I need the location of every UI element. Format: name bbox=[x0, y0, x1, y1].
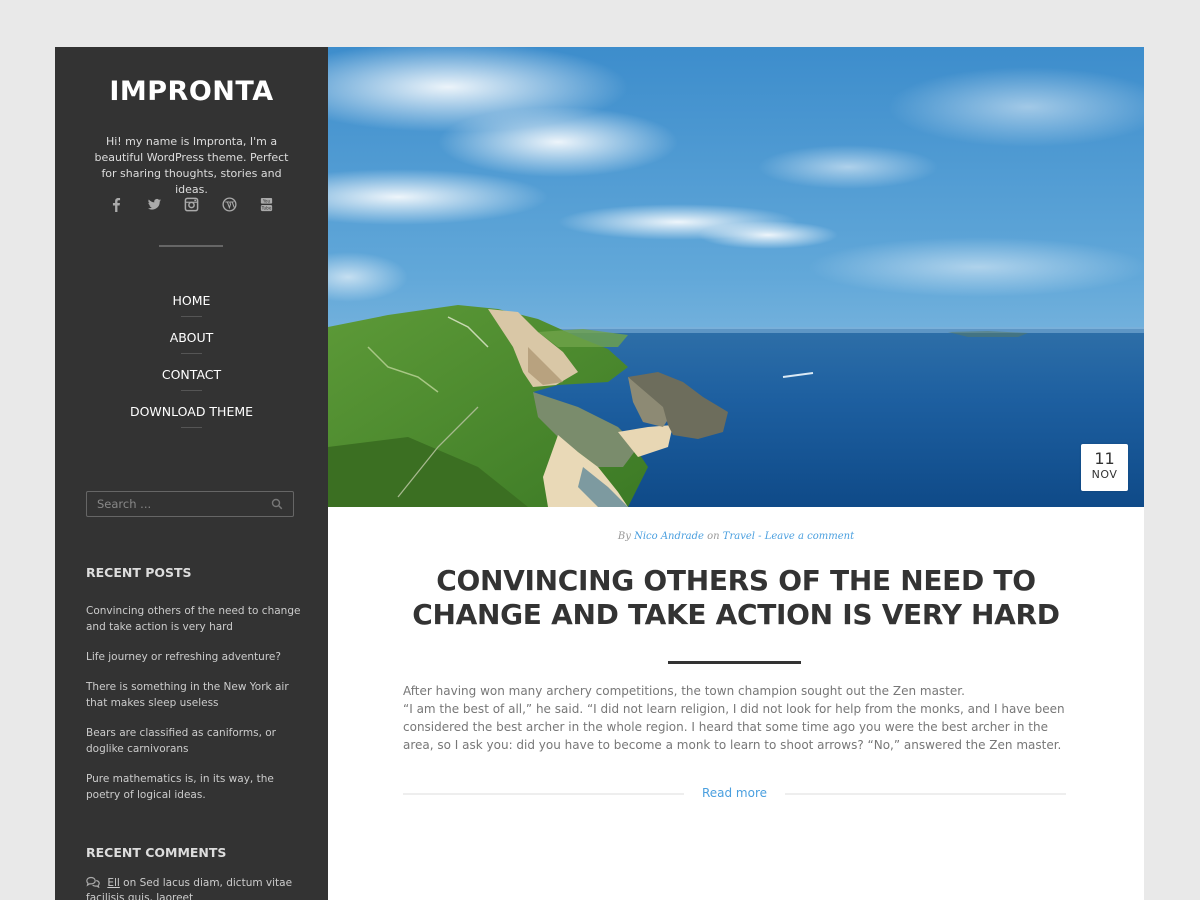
leave-comment-link[interactable]: Leave a comment bbox=[765, 531, 854, 542]
nav-separator bbox=[181, 316, 202, 317]
comment-author-link[interactable]: Ell bbox=[107, 877, 119, 889]
nav-separator bbox=[181, 353, 202, 354]
post-meta: By Nico Andrade on Travel - Leave a comm… bbox=[328, 531, 1144, 542]
title-divider bbox=[668, 661, 801, 664]
recent-posts-list: Convincing others of the need to change … bbox=[86, 603, 301, 817]
post-category-link[interactable]: Travel bbox=[723, 531, 755, 542]
nav-link-home[interactable]: HOME bbox=[173, 292, 211, 309]
post-date-badge: 11 NOV bbox=[1081, 444, 1128, 491]
comment-item: Ell on Sed lacus diam, dictum vitae faci… bbox=[86, 876, 301, 900]
sidebar-divider bbox=[159, 245, 223, 247]
excerpt-paragraph: After having won many archery competitio… bbox=[403, 684, 965, 698]
meta-separator: - bbox=[754, 531, 765, 542]
featured-image[interactable]: 11 NOV bbox=[328, 47, 1144, 507]
nav-link-about[interactable]: ABOUT bbox=[170, 329, 214, 346]
instagram-icon[interactable] bbox=[173, 197, 211, 212]
comment-icon bbox=[86, 876, 100, 888]
youtube-icon[interactable]: You Tube bbox=[248, 197, 286, 212]
site-description: Hi! my name is Impronta, I'm a beautiful… bbox=[94, 135, 289, 196]
svg-text:Tube: Tube bbox=[261, 206, 272, 211]
nav-separator bbox=[181, 390, 202, 391]
recent-post-link[interactable]: Bears are classified as caniforms, or do… bbox=[86, 725, 301, 757]
read-more-row: Read more bbox=[403, 784, 1066, 804]
main-navigation: HOME ABOUT CONTACT DOWNLOAD THEME bbox=[55, 290, 328, 438]
coastal-landscape-photo bbox=[328, 47, 1144, 507]
recent-post-link[interactable]: Pure mathematics is, in its way, the poe… bbox=[86, 771, 301, 803]
main-content: 11 NOV By Nico Andrade on Travel - Leave… bbox=[328, 47, 1144, 900]
meta-by-text: By bbox=[617, 531, 631, 542]
post-date-day: 11 bbox=[1094, 449, 1115, 468]
nav-link-download-theme[interactable]: DOWNLOAD THEME bbox=[130, 403, 253, 420]
svg-text:You: You bbox=[262, 199, 271, 204]
nav-separator bbox=[181, 427, 202, 428]
search-icon[interactable] bbox=[271, 498, 283, 510]
site-title[interactable]: IMPRONTA bbox=[55, 78, 328, 105]
list-item: Life journey or refreshing adventure? bbox=[86, 649, 301, 665]
nav-item-contact: CONTACT bbox=[55, 364, 328, 401]
meta-on-text: on bbox=[707, 531, 720, 542]
excerpt-paragraph: “I am the best of all,” he said. “I did … bbox=[403, 702, 1065, 752]
post-date-month: NOV bbox=[1091, 468, 1118, 481]
nav-item-home: HOME bbox=[55, 290, 328, 327]
read-more-label: Read more bbox=[683, 786, 786, 800]
post-excerpt: After having won many archery competitio… bbox=[403, 682, 1069, 754]
nav-item-download-theme: DOWNLOAD THEME bbox=[55, 401, 328, 438]
list-item: Bears are classified as caniforms, or do… bbox=[86, 725, 301, 757]
list-item: Pure mathematics is, in its way, the poe… bbox=[86, 771, 301, 803]
list-item: Convincing others of the need to change … bbox=[86, 603, 301, 635]
search-input[interactable] bbox=[87, 492, 277, 516]
recent-post-link[interactable]: Convincing others of the need to change … bbox=[86, 603, 301, 635]
recent-post-link[interactable]: There is something in the New York air t… bbox=[86, 679, 301, 711]
sidebar: IMPRONTA Hi! my name is Impronta, I'm a … bbox=[55, 47, 328, 900]
recent-post-link[interactable]: Life journey or refreshing adventure? bbox=[86, 649, 301, 665]
comment-on-text: on bbox=[123, 877, 137, 889]
wordpress-icon[interactable] bbox=[210, 197, 248, 212]
recent-comments-title: RECENT COMMENTS bbox=[86, 845, 227, 860]
post-title[interactable]: CONVINCING OTHERS OF THE NEED TO CHANGE … bbox=[368, 564, 1104, 632]
social-links: You Tube bbox=[55, 197, 328, 212]
post-author-link[interactable]: Nico Andrade bbox=[634, 531, 704, 542]
facebook-icon[interactable] bbox=[98, 197, 136, 212]
nav-link-contact[interactable]: CONTACT bbox=[162, 366, 221, 383]
list-item: There is something in the New York air t… bbox=[86, 679, 301, 711]
recent-posts-title: RECENT POSTS bbox=[86, 565, 192, 580]
nav-item-about: ABOUT bbox=[55, 327, 328, 364]
search-form bbox=[86, 491, 294, 517]
twitter-icon[interactable] bbox=[135, 197, 173, 212]
read-more-link[interactable]: Read more bbox=[403, 786, 1066, 800]
